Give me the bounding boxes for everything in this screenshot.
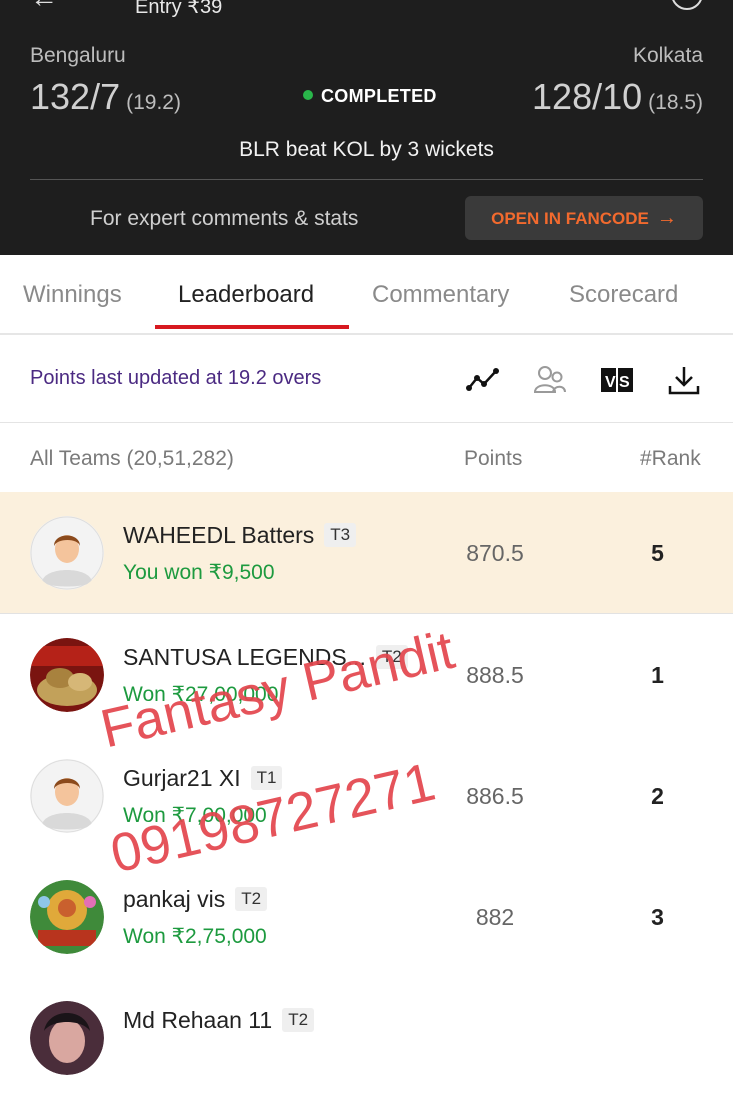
back-arrow-icon[interactable]: ←: [30, 0, 58, 14]
all-teams-header: All Teams (20,51,282): [30, 447, 234, 470]
svg-text:V: V: [605, 374, 616, 391]
team-name: Md Rehaan 11: [123, 1007, 273, 1033]
match-result: BLR beat KOL by 3 wickets: [239, 138, 494, 161]
status-text: COMPLETED: [321, 86, 437, 106]
versus-icon[interactable]: V S: [600, 364, 634, 396]
open-fancode-button[interactable]: OPEN IN FANCODE →: [465, 196, 703, 240]
team-name: WAHEEDL Batters: [123, 522, 315, 548]
winnings-text: Won ₹2,75,000: [123, 925, 267, 948]
team-tag: T3: [324, 523, 357, 547]
rank-value: 1: [651, 662, 664, 688]
svg-text:S: S: [619, 374, 630, 391]
team-name: Gurjar21 XI: [123, 765, 241, 791]
tab-leaderboard[interactable]: Leaderboard: [178, 281, 314, 309]
team-tag: T2: [235, 887, 268, 911]
team2-score: 128/10: [532, 76, 643, 117]
leaderboard-row-own[interactable]: WAHEEDL Batters T3 You won ₹9,500 870.5 5: [0, 492, 733, 614]
download-icon[interactable]: [667, 364, 701, 396]
team-name-cell: pankaj vis T2: [123, 886, 268, 913]
team-name-cell: Md Rehaan 11 T2: [123, 1007, 315, 1034]
user-photo-avatar: [30, 638, 104, 712]
header-divider: [30, 179, 703, 180]
info-icon[interactable]: [671, 0, 703, 10]
active-tab-indicator: [155, 325, 349, 329]
team1-name: Bengaluru: [30, 44, 126, 67]
team-name: pankaj vis: [123, 886, 226, 912]
fancode-button-label: OPEN IN FANCODE: [491, 209, 649, 228]
rank-value: 3: [651, 904, 664, 930]
winnings-text: You won ₹9,500: [123, 561, 275, 584]
tab-winnings[interactable]: Winnings: [23, 281, 122, 309]
team1-overs: (19.2): [126, 91, 181, 114]
expert-text: For expert comments & stats: [90, 207, 359, 230]
points-value: 886.5: [466, 783, 524, 809]
trend-chart-icon[interactable]: [466, 364, 500, 396]
team2-overs: (18.5): [648, 91, 703, 114]
leaderboard-row[interactable]: pankaj vis T2 Won ₹2,75,000 882 3: [0, 856, 733, 978]
points-header: Points: [464, 447, 523, 470]
team-tag: T2: [282, 1008, 315, 1032]
team-name-cell: Gurjar21 XI T1: [123, 765, 283, 792]
rank-header: #Rank: [640, 447, 701, 470]
team1-score: 132/7: [30, 76, 121, 117]
team2-name: Kolkata: [632, 44, 703, 67]
entry-fee: Entry ₹39: [135, 0, 223, 18]
points-updated-text: Points last updated at 19.2 overs: [30, 367, 322, 389]
team2-score-block: 128/10 (18.5): [532, 76, 703, 118]
team-name-cell: WAHEEDL Batters T3: [123, 522, 357, 549]
team1-score-block: 132/7 (19.2): [30, 76, 181, 118]
tab-bar: Winnings Leaderboard Commentary Scorecar…: [0, 255, 733, 335]
points-value: 870.5: [466, 540, 524, 566]
rank-value: 5: [651, 540, 664, 566]
user-photo-avatar: [30, 1001, 104, 1075]
match-status: COMPLETED: [303, 86, 437, 107]
default-avatar-icon: [30, 516, 104, 590]
match-header: ← Entry ₹39 Bengaluru 132/7(19.2) COMPLE…: [0, 0, 733, 255]
arrow-right-icon: →: [656, 207, 677, 229]
default-avatar-icon: [30, 759, 104, 833]
rank-value: 2: [651, 783, 664, 809]
toolbar-divider: [0, 422, 733, 423]
compare-users-icon[interactable]: [533, 364, 567, 396]
tab-commentary[interactable]: Commentary: [372, 281, 509, 309]
tab-scorecard[interactable]: Scorecard: [569, 281, 678, 309]
user-photo-avatar: [30, 880, 104, 954]
status-dot-icon: [303, 90, 313, 101]
leaderboard-row[interactable]: Md Rehaan 11 T2: [0, 977, 733, 1098]
points-value: 882: [475, 904, 515, 930]
